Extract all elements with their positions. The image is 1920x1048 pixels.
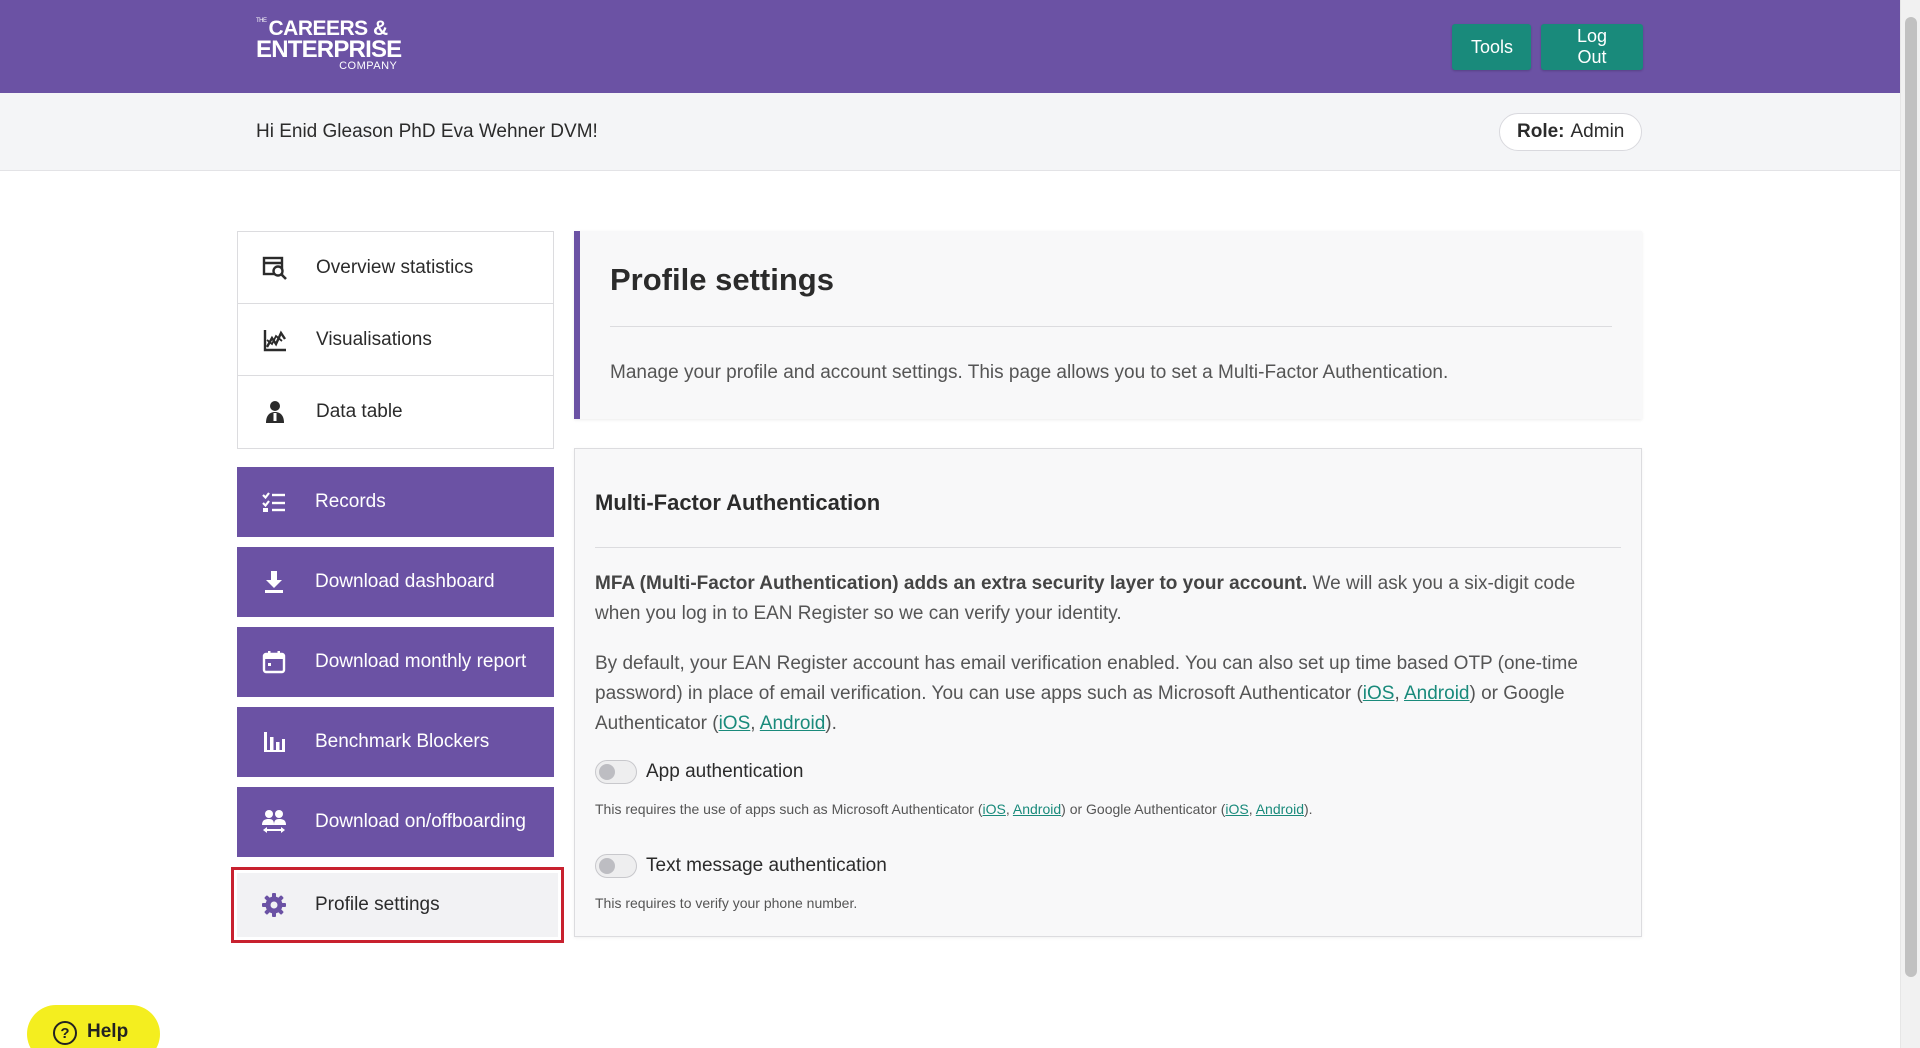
sidebar-item-label: Overview statistics [316,256,474,278]
sidebar-item-visualisations[interactable]: Visualisations [238,304,553,376]
hint-google-ios-link[interactable]: iOS [1225,801,1248,817]
line-chart-icon [260,325,290,355]
hint-microsoft-android-link[interactable]: Android [1013,801,1061,817]
sidebar-item-profile-settings[interactable]: Profile settings [231,867,564,943]
text-span: , [1005,801,1013,817]
scrollbar-thumb[interactable] [1905,17,1917,977]
search-chart-icon [260,253,290,283]
sidebar-item-data-table[interactable]: Data table [238,376,553,448]
people-arrows-icon [259,807,289,837]
google-android-link[interactable]: Android [760,713,826,734]
sidebar-item-download-dashboard[interactable]: Download dashboard [237,547,554,617]
download-icon [259,567,289,597]
question-circle-icon: ? [53,1021,77,1045]
sidebar-item-label: Download monthly report [315,651,527,672]
text-span: , [1394,683,1404,704]
text-span: This requires the use of apps such as Mi… [595,801,983,817]
text-span: , [1248,801,1256,817]
text-span: ) or Google Authenticator ( [1061,801,1226,817]
mfa-intro-paragraph: MFA (Multi-Factor Authentication) adds a… [595,569,1605,629]
app-authentication-row: App authentication [595,760,803,784]
google-ios-link[interactable]: iOS [719,713,751,734]
text-span: ). [825,713,837,734]
hint-google-android-link[interactable]: Android [1256,801,1304,817]
role-value: Admin [1570,121,1625,142]
divider [595,547,1621,548]
sms-authentication-label: Text message authentication [646,855,887,876]
microsoft-ios-link[interactable]: iOS [1363,683,1395,704]
role-label: Role: [1517,121,1565,142]
app-authentication-hint: This requires the use of apps such as Mi… [595,801,1313,817]
mfa-title: Multi-Factor Authentication [595,490,881,515]
toggle-knob [599,858,615,874]
sidebar-plain-group: Overview statistics Visualisations Data … [237,231,554,449]
page-header-card: Profile settings Manage your profile and… [574,231,1642,419]
text-span: ). [1303,801,1313,817]
sidebar-item-label: Download dashboard [315,571,495,592]
greeting-text: Hi Enid Gleason PhD Eva Wehner DVM! [256,121,598,142]
gear-icon [259,890,289,920]
checklist-icon [259,487,289,517]
logo-line2: ENTERPRISE [256,36,402,63]
logout-button[interactable]: Log Out [1541,24,1643,70]
toggle-knob [599,764,615,780]
greeting-bar: Hi Enid Gleason PhD Eva Wehner DVM! Role… [0,93,1900,171]
sidebar-item-benchmark-blockers[interactable]: Benchmark Blockers [237,707,554,777]
sidebar-item-download-monthly-report[interactable]: Download monthly report [237,627,554,697]
logo-the: THE [256,18,267,24]
page-scrollbar[interactable] [1900,0,1920,1048]
calendar-icon [259,647,289,677]
app-authentication-label: App authentication [646,761,804,782]
tools-button[interactable]: Tools [1452,24,1531,70]
sidebar-item-records[interactable]: Records [237,467,554,537]
hint-microsoft-ios-link[interactable]: iOS [983,801,1006,817]
help-label: Help [87,1021,129,1042]
sidebar-item-overview-statistics[interactable]: Overview statistics [238,232,553,304]
sms-authentication-toggle[interactable] [595,854,637,878]
microsoft-android-link[interactable]: Android [1404,683,1470,704]
mfa-default-paragraph: By default, your EAN Register account ha… [595,649,1605,739]
page-description: Manage your profile and account settings… [610,362,1449,383]
page-title: Profile settings [610,262,834,297]
person-icon [260,397,290,427]
mfa-card: Multi-Factor Authentication MFA (Multi-F… [574,448,1642,937]
sidebar-item-label: Data table [316,401,403,422]
app-authentication-toggle[interactable] [595,760,637,784]
mfa-intro-bold: MFA (Multi-Factor Authentication) adds a… [595,573,1308,594]
sidebar-item-download-onoffboarding[interactable]: Download on/offboarding [237,787,554,857]
sidebar-item-label: Records [315,491,386,512]
sidebar-item-label: Benchmark Blockers [315,731,490,752]
sms-authentication-row: Text message authentication [595,854,887,878]
sidebar-item-label: Profile settings [315,894,440,915]
company-logo[interactable]: THECAREERS & ENTERPRISE COMPANY [256,18,402,72]
sms-authentication-hint: This requires to verify your phone numbe… [595,895,858,911]
help-button[interactable]: ? Help [27,1005,160,1048]
role-badge: Role: Admin [1499,113,1643,151]
text-span: , [750,713,760,734]
bar-chart-icon [259,727,289,757]
sidebar-item-label: Download on/offboarding [315,811,526,832]
top-header: THECAREERS & ENTERPRISE COMPANY Tools Lo… [0,0,1900,93]
sidebar-item-label: Visualisations [316,328,432,350]
divider [610,326,1612,327]
